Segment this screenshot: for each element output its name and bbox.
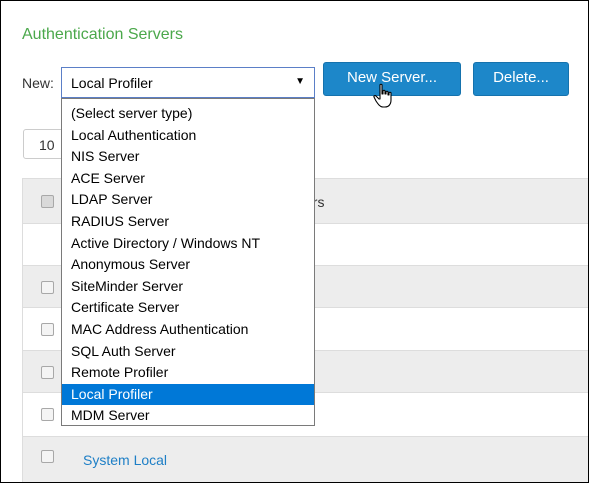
dropdown-option[interactable]: Remote Profiler	[62, 362, 314, 384]
server-type-select-value: Local Profiler	[71, 75, 153, 91]
dropdown-option[interactable]: SiteMinder Server	[62, 276, 314, 298]
hand-pointer-icon	[373, 83, 392, 108]
row-checkbox[interactable]	[41, 408, 54, 421]
dropdown-option-selected[interactable]: Local Profiler	[62, 383, 314, 406]
dropdown-option[interactable]: Active Directory / Windows NT	[62, 233, 314, 255]
delete-button[interactable]: Delete...	[473, 62, 569, 96]
dropdown-option[interactable]: SQL Auth Server	[62, 341, 314, 363]
dropdown-option[interactable]: RADIUS Server	[62, 211, 314, 233]
row-checkbox[interactable]	[41, 450, 54, 463]
select-all-checkbox[interactable]	[41, 195, 54, 208]
table-row: System Local	[23, 436, 588, 482]
row-checkbox[interactable]	[41, 323, 54, 336]
row-checkbox[interactable]	[41, 281, 54, 294]
dropdown-option[interactable]: LDAP Server	[62, 189, 314, 211]
new-label: New:	[22, 75, 54, 91]
dropdown-option[interactable]: MDM Server	[62, 405, 314, 427]
dropdown-option[interactable]: (Select server type)	[62, 103, 314, 125]
page-title: Authentication Servers	[22, 26, 183, 43]
triangle-down-icon: ▼	[295, 76, 305, 87]
server-link-system-local[interactable]: System Local	[83, 452, 167, 468]
dropdown-option[interactable]: Local Authentication	[62, 125, 314, 147]
dropdown-option[interactable]: Certificate Server	[62, 297, 314, 319]
authentication-servers-panel: Authentication Servers New: Local Profil…	[0, 0, 589, 483]
dropdown-option[interactable]: Anonymous Server	[62, 254, 314, 276]
server-type-select[interactable]: Local Profiler ▼	[61, 67, 315, 98]
server-type-dropdown: (Select server type) Local Authenticatio…	[61, 98, 315, 426]
row-checkbox[interactable]	[41, 366, 54, 379]
dropdown-option[interactable]: MAC Address Authentication	[62, 319, 314, 341]
dropdown-option[interactable]: ACE Server	[62, 168, 314, 190]
dropdown-option[interactable]: NIS Server	[62, 146, 314, 168]
